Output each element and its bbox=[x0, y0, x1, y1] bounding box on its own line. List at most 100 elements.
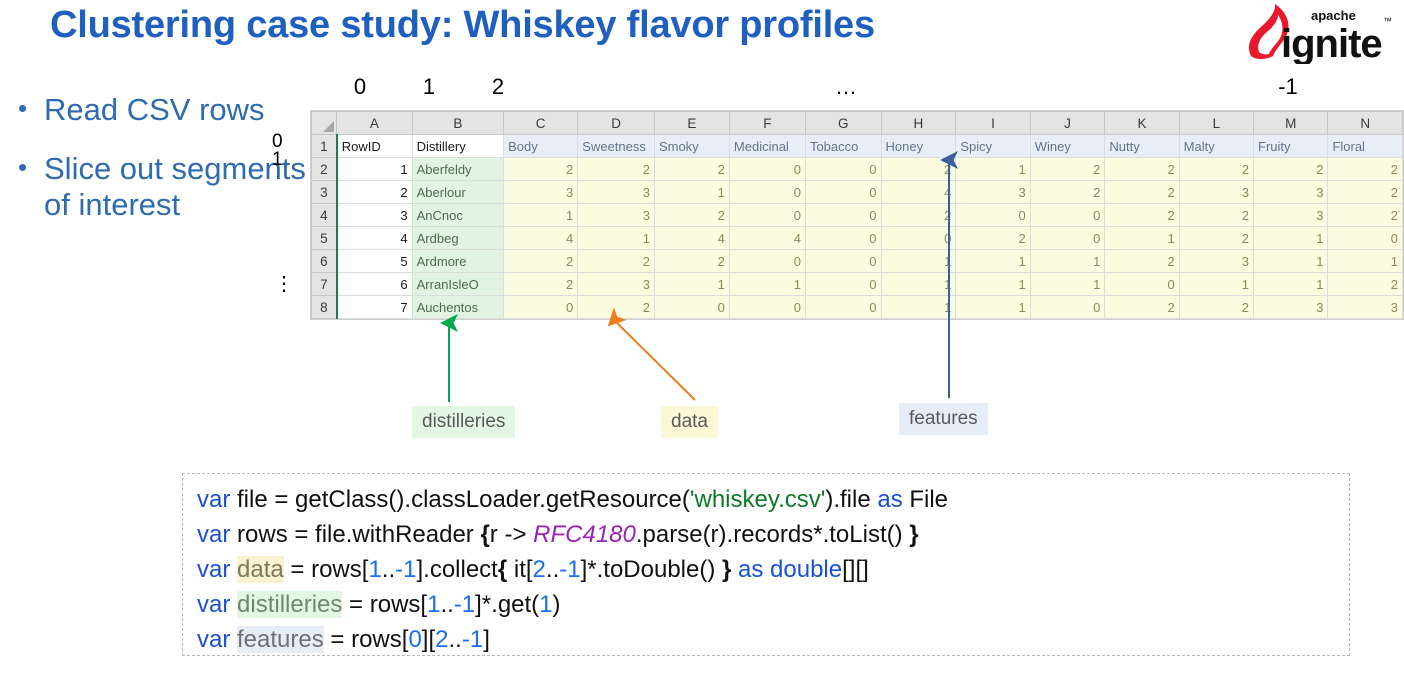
cell-value[interactable]: 1 bbox=[955, 249, 1031, 273]
cell-value[interactable]: 2 bbox=[880, 157, 957, 181]
cell-value[interactable]: 3 bbox=[955, 180, 1031, 204]
header-cell-smoky[interactable]: Smoky bbox=[653, 134, 730, 158]
cell-value[interactable]: 3 bbox=[577, 203, 655, 227]
cell-value[interactable]: 2 bbox=[1327, 180, 1403, 204]
column-header-A[interactable]: A bbox=[336, 111, 413, 135]
cell-value[interactable]: 1 bbox=[653, 272, 730, 296]
cell-value[interactable]: 3 bbox=[1178, 180, 1255, 204]
cell-value[interactable]: 2 bbox=[577, 295, 655, 319]
cell-rowid[interactable]: 5 bbox=[335, 249, 413, 273]
cell-value[interactable]: 1 bbox=[1029, 249, 1106, 273]
cell-value[interactable]: 0 bbox=[1327, 226, 1403, 250]
cell-value[interactable]: 0 bbox=[728, 295, 806, 319]
cell-rowid[interactable]: 1 bbox=[335, 157, 413, 181]
column-header-B[interactable]: B bbox=[411, 111, 505, 135]
row-header-4[interactable]: 4 bbox=[310, 203, 338, 227]
row-header-3[interactable]: 3 bbox=[310, 180, 338, 204]
cell-value[interactable]: 0 bbox=[503, 295, 579, 319]
column-header-M[interactable]: M bbox=[1252, 111, 1329, 135]
cell-value[interactable]: 0 bbox=[1029, 295, 1106, 319]
row-header-8[interactable]: 8 bbox=[310, 295, 338, 319]
header-cell-tobacco[interactable]: Tobacco bbox=[804, 134, 882, 158]
cell-value[interactable]: 0 bbox=[804, 295, 882, 319]
header-cell-medicinal[interactable]: Medicinal bbox=[728, 134, 806, 158]
cell-value[interactable]: 2 bbox=[1327, 203, 1403, 227]
cell-value[interactable]: 2 bbox=[577, 157, 655, 181]
row-header-6[interactable]: 6 bbox=[310, 249, 338, 273]
cell-value[interactable]: 2 bbox=[653, 249, 730, 273]
cell-value[interactable]: 0 bbox=[880, 226, 957, 250]
column-header-N[interactable]: N bbox=[1327, 111, 1403, 135]
spreadsheet[interactable]: ABCDEFGHIJKLMN 1 RowID Distillery Body Sweet… bbox=[310, 110, 1404, 320]
cell-value[interactable]: 1 bbox=[1104, 226, 1180, 250]
spreadsheet-table[interactable]: ABCDEFGHIJKLMN 1 RowID Distillery Body Sweet… bbox=[310, 111, 1403, 319]
cell-rowid[interactable]: 6 bbox=[335, 272, 413, 296]
cell-value[interactable]: 2 bbox=[1252, 157, 1329, 181]
cell-value[interactable]: 2 bbox=[1178, 226, 1255, 250]
cell-value[interactable]: 0 bbox=[1029, 203, 1106, 227]
cell-value[interactable]: 2 bbox=[653, 157, 730, 181]
cell-value[interactable]: 3 bbox=[577, 180, 655, 204]
cell-value[interactable]: 2 bbox=[503, 157, 579, 181]
cell-value[interactable]: 0 bbox=[728, 180, 806, 204]
column-header-J[interactable]: J bbox=[1029, 111, 1106, 135]
header-cell-nutty[interactable]: Nutty bbox=[1104, 134, 1180, 158]
row-header-2[interactable]: 2 bbox=[310, 157, 338, 181]
cell-value[interactable]: 1 bbox=[1327, 249, 1403, 273]
cell-value[interactable]: 2 bbox=[503, 272, 579, 296]
cell-value[interactable]: 4 bbox=[503, 226, 579, 250]
cell-value[interactable]: 3 bbox=[1178, 249, 1255, 273]
cell-value[interactable]: 0 bbox=[728, 203, 806, 227]
column-header-E[interactable]: E bbox=[653, 111, 730, 135]
header-cell-honey[interactable]: Honey bbox=[880, 134, 957, 158]
cell-value[interactable]: 2 bbox=[577, 249, 655, 273]
column-header-I[interactable]: I bbox=[955, 111, 1031, 135]
cell-value[interactable]: 2 bbox=[955, 226, 1031, 250]
select-all-corner[interactable] bbox=[310, 111, 338, 135]
cell-value[interactable]: 1 bbox=[1029, 272, 1106, 296]
cell-value[interactable]: 2 bbox=[1104, 249, 1180, 273]
header-cell-sweetness[interactable]: Sweetness bbox=[577, 134, 655, 158]
column-header-G[interactable]: G bbox=[804, 111, 882, 135]
row-header-5[interactable]: 5 bbox=[310, 226, 338, 250]
cell-value[interactable]: 2 bbox=[503, 249, 579, 273]
column-header-D[interactable]: D bbox=[577, 111, 655, 135]
cell-distillery[interactable]: AnCnoc bbox=[411, 203, 505, 227]
cell-distillery[interactable]: Auchentos bbox=[411, 295, 505, 319]
cell-distillery[interactable]: Ardbeg bbox=[411, 226, 505, 250]
column-header-K[interactable]: K bbox=[1104, 111, 1180, 135]
cell-value[interactable]: 0 bbox=[804, 180, 882, 204]
cell-value[interactable]: 4 bbox=[653, 226, 730, 250]
header-cell-winey[interactable]: Winey bbox=[1029, 134, 1106, 158]
column-header-L[interactable]: L bbox=[1178, 111, 1255, 135]
cell-value[interactable]: 1 bbox=[880, 249, 957, 273]
cell-value[interactable]: 1 bbox=[577, 226, 655, 250]
cell-value[interactable]: 2 bbox=[1029, 180, 1106, 204]
cell-value[interactable]: 2 bbox=[1327, 272, 1403, 296]
cell-value[interactable]: 4 bbox=[880, 180, 957, 204]
cell-value[interactable]: 3 bbox=[1252, 180, 1329, 204]
cell-value[interactable]: 2 bbox=[1104, 203, 1180, 227]
column-header-C[interactable]: C bbox=[503, 111, 579, 135]
cell-value[interactable]: 0 bbox=[804, 226, 882, 250]
cell-value[interactable]: 3 bbox=[1327, 295, 1403, 319]
cell-value[interactable]: 1 bbox=[880, 295, 957, 319]
cell-value[interactable]: 1 bbox=[955, 295, 1031, 319]
cell-value[interactable]: 1 bbox=[1252, 249, 1329, 273]
cell-value[interactable]: 0 bbox=[1029, 226, 1106, 250]
cell-value[interactable]: 1 bbox=[1252, 272, 1329, 296]
cell-value[interactable]: 0 bbox=[653, 295, 730, 319]
header-cell-rowid[interactable]: RowID bbox=[335, 134, 413, 158]
cell-value[interactable]: 0 bbox=[1104, 272, 1180, 296]
cell-rowid[interactable]: 3 bbox=[335, 203, 413, 227]
cell-rowid[interactable]: 7 bbox=[335, 295, 413, 319]
cell-value[interactable]: 1 bbox=[1252, 226, 1329, 250]
cell-value[interactable]: 0 bbox=[728, 249, 806, 273]
cell-value[interactable]: 2 bbox=[1104, 295, 1180, 319]
header-cell-spicy[interactable]: Spicy bbox=[955, 134, 1031, 158]
cell-value[interactable]: 2 bbox=[1178, 295, 1255, 319]
cell-distillery[interactable]: Aberfeldy bbox=[411, 157, 505, 181]
header-cell-floral[interactable]: Floral bbox=[1327, 134, 1403, 158]
cell-value[interactable]: 2 bbox=[1178, 157, 1255, 181]
cell-value[interactable]: 2 bbox=[1104, 157, 1180, 181]
